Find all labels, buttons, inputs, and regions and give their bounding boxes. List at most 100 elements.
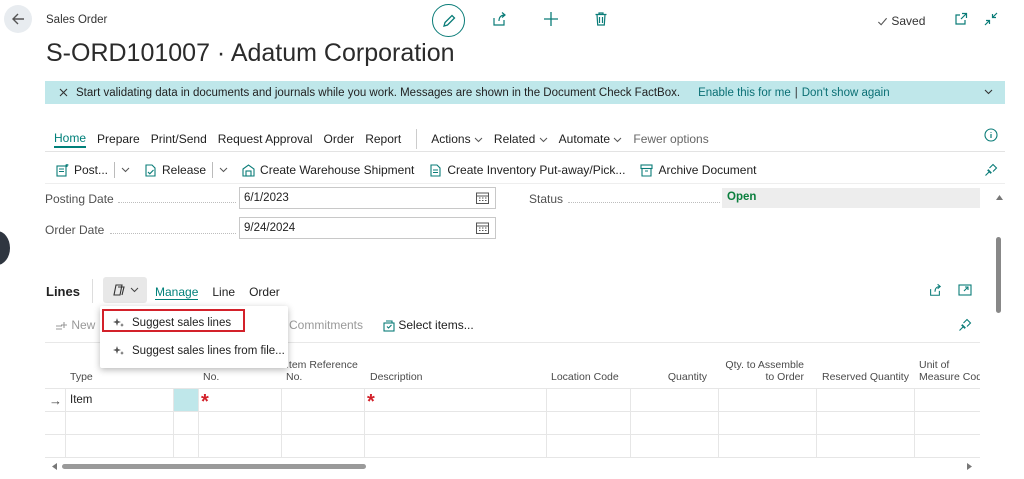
menu-actions[interactable]: Actions bbox=[431, 132, 483, 146]
chevron-down-icon[interactable] bbox=[219, 167, 228, 173]
table-bottom-border bbox=[45, 457, 980, 458]
menu-order[interactable]: Order bbox=[324, 132, 355, 146]
dont-show-again-link[interactable]: Don't show again bbox=[802, 87, 890, 99]
lines-pin-button[interactable] bbox=[958, 318, 972, 335]
release-button[interactable]: Release bbox=[144, 163, 206, 177]
col-header-unit-of-measure[interactable]: Unit of Measure Code bbox=[919, 359, 980, 383]
arrow-left-icon bbox=[12, 13, 24, 25]
col-header-location-code[interactable]: Location Code bbox=[551, 371, 619, 383]
chevron-down-icon[interactable] bbox=[121, 167, 130, 173]
pencil-icon bbox=[442, 14, 455, 27]
info-button[interactable] bbox=[984, 128, 998, 145]
new-line-icon bbox=[56, 321, 67, 330]
table-row[interactable]: → Item * * bbox=[45, 388, 980, 413]
collapse-button[interactable] bbox=[982, 10, 1000, 28]
scroll-left-arrow-icon[interactable] bbox=[51, 463, 57, 470]
share-button[interactable] bbox=[490, 10, 508, 28]
type-cell[interactable]: Item bbox=[70, 394, 92, 406]
posting-date-field[interactable]: 6/1/2023 bbox=[239, 187, 496, 209]
field-leader-dots bbox=[118, 202, 236, 203]
posting-date-value: 6/1/2023 bbox=[244, 192, 289, 204]
warehouse-icon bbox=[242, 163, 255, 177]
plus-icon bbox=[544, 12, 558, 26]
menu-related[interactable]: Related bbox=[494, 132, 548, 146]
lines-tab-line[interactable]: Line bbox=[212, 285, 235, 300]
select-items-button[interactable]: Select items... bbox=[383, 318, 474, 332]
selected-cell[interactable] bbox=[174, 389, 198, 411]
pin-toolbar-button[interactable] bbox=[984, 163, 998, 180]
no-required-indicator: * bbox=[201, 391, 209, 413]
col-header-item-reference-line1: Item Reference bbox=[286, 359, 358, 371]
col-header-qty-to-assemble[interactable]: Qty. to Assemble to Order bbox=[714, 359, 804, 383]
create-warehouse-shipment-button[interactable]: Create Warehouse Shipment bbox=[242, 163, 414, 177]
menu-print-send[interactable]: Print/Send bbox=[151, 132, 207, 146]
saved-status: Saved bbox=[877, 14, 925, 28]
table-row[interactable] bbox=[45, 434, 980, 457]
horizontal-scrollbar[interactable] bbox=[62, 464, 366, 469]
description-required-indicator: * bbox=[367, 391, 375, 413]
col-header-reserved-quantity[interactable]: Reserved Quantity bbox=[822, 371, 909, 383]
col-header-no[interactable]: No. bbox=[203, 371, 219, 383]
delete-button[interactable] bbox=[592, 10, 610, 28]
lines-tab-order[interactable]: Order bbox=[249, 285, 280, 300]
close-icon[interactable] bbox=[59, 88, 68, 97]
col-header-item-reference[interactable]: Item Reference No. bbox=[286, 359, 358, 383]
scroll-up-arrow-icon[interactable] bbox=[996, 194, 1003, 200]
edit-button[interactable] bbox=[432, 4, 465, 37]
calendar-icon[interactable] bbox=[476, 222, 489, 234]
toolbar-divider bbox=[114, 162, 116, 178]
create-warehouse-shipment-label: Create Warehouse Shipment bbox=[260, 163, 415, 177]
archive-document-button[interactable]: Archive Document bbox=[640, 163, 756, 177]
posting-date-label: Posting Date bbox=[45, 192, 114, 206]
enable-link[interactable]: Enable this for me bbox=[698, 87, 791, 99]
lines-expand-button[interactable] bbox=[958, 283, 972, 300]
putaway-document-icon bbox=[430, 163, 441, 177]
lines-share-button[interactable] bbox=[928, 283, 942, 300]
banner-separator: | bbox=[794, 86, 798, 99]
menu-home[interactable]: Home bbox=[54, 131, 87, 148]
menu-request-approval[interactable]: Request Approval bbox=[218, 132, 313, 146]
open-new-window-button[interactable] bbox=[952, 10, 970, 28]
order-date-field[interactable]: 9/24/2024 bbox=[239, 217, 496, 239]
suggest-sales-lines-from-file-label: Suggest sales lines from file... bbox=[132, 345, 285, 357]
info-icon bbox=[984, 128, 998, 142]
pin-icon bbox=[985, 163, 998, 176]
col-header-description[interactable]: Description bbox=[370, 371, 423, 383]
side-panel-handle[interactable] bbox=[0, 231, 10, 265]
copilot-dropdown-menu: Suggest sales lines Suggest sales lines … bbox=[100, 306, 288, 368]
back-button[interactable] bbox=[4, 5, 32, 33]
collapse-icon bbox=[984, 12, 998, 26]
menu-prepare[interactable]: Prepare bbox=[97, 132, 140, 146]
menu-automate[interactable]: Automate bbox=[559, 132, 623, 146]
menu-divider-line bbox=[45, 151, 1005, 152]
new-line-button[interactable]: New bbox=[55, 318, 95, 332]
col-header-type[interactable]: Type bbox=[70, 371, 93, 383]
suggest-sales-lines-from-file-item[interactable]: Suggest sales lines from file... bbox=[100, 339, 288, 363]
post-button[interactable]: Post... bbox=[56, 163, 108, 177]
commitments-button[interactable]: Commitments bbox=[289, 318, 363, 332]
scroll-right-arrow-icon[interactable] bbox=[967, 463, 973, 470]
archive-icon bbox=[640, 163, 653, 177]
new-button[interactable] bbox=[542, 10, 560, 28]
vertical-scrollbar[interactable] bbox=[996, 237, 1001, 313]
toolbar-divider-line bbox=[45, 183, 1005, 184]
chevron-down-icon[interactable] bbox=[984, 89, 993, 95]
copilot-button[interactable] bbox=[103, 277, 147, 303]
col-header-quantity[interactable]: Quantity bbox=[630, 371, 707, 383]
create-putaway-button[interactable]: Create Inventory Put-away/Pick... bbox=[429, 163, 625, 177]
expand-icon bbox=[958, 284, 972, 296]
fewer-options-button[interactable]: Fewer options bbox=[633, 132, 708, 146]
banner-message: Start validating data in documents and j… bbox=[76, 86, 681, 99]
table-row[interactable] bbox=[45, 411, 980, 434]
calendar-icon[interactable] bbox=[476, 192, 489, 204]
col-header-uom-line1: Unit of bbox=[919, 359, 950, 371]
lines-tab-manage[interactable]: Manage bbox=[155, 285, 199, 300]
lines-title: Lines bbox=[46, 284, 80, 299]
saved-label: Saved bbox=[891, 14, 926, 28]
field-leader-dots bbox=[110, 233, 236, 234]
archive-document-label: Archive Document bbox=[658, 163, 757, 177]
menu-report[interactable]: Report bbox=[365, 132, 401, 146]
create-putaway-label: Create Inventory Put-away/Pick... bbox=[447, 163, 626, 177]
copilot-icon bbox=[112, 284, 125, 296]
post-icon bbox=[56, 163, 69, 177]
